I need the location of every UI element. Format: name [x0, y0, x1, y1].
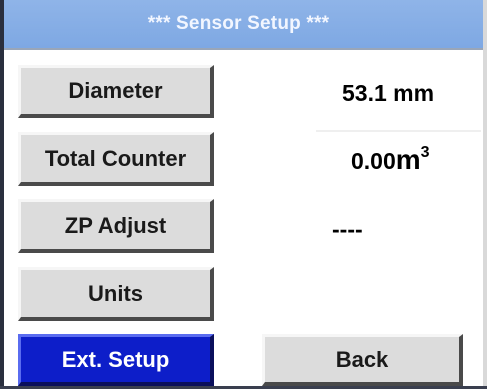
diameter-button[interactable]: Diameter — [18, 65, 214, 118]
diameter-button-label: Diameter — [68, 78, 163, 103]
total-counter-button-label: Total Counter — [44, 145, 187, 171]
diameter-value: 53.1 mm — [342, 80, 435, 106]
sensor-setup-screen: *** Sensor Setup *** Diameter 53.1 mm To… — [0, 0, 487, 389]
row-divider — [316, 130, 481, 132]
page-title: *** Sensor Setup *** — [147, 13, 330, 34]
back-button-label: Back — [335, 346, 389, 372]
total-counter-value: 0.00m3 — [351, 144, 430, 176]
zp-adjust-button[interactable]: ZP Adjust — [18, 199, 214, 253]
back-button[interactable]: Back — [262, 334, 463, 386]
total-counter-unit: m — [395, 144, 421, 175]
total-counter-unit-exponent: 3 — [420, 144, 430, 161]
total-counter-button[interactable]: Total Counter — [18, 132, 214, 186]
ext-setup-button-label: Ext. Setup — [61, 346, 170, 372]
zp-adjust-button-label: ZP Adjust — [64, 212, 167, 238]
zp-adjust-value: ---- — [332, 216, 363, 242]
total-counter-number: 0.00 — [351, 148, 396, 174]
title-bar: *** Sensor Setup *** — [4, 0, 483, 50]
units-button[interactable]: Units — [18, 267, 214, 321]
units-button-label: Units — [88, 280, 143, 306]
frame-border-right — [483, 0, 487, 389]
ext-setup-button[interactable]: Ext. Setup — [18, 334, 214, 386]
frame-border-left — [0, 0, 4, 389]
